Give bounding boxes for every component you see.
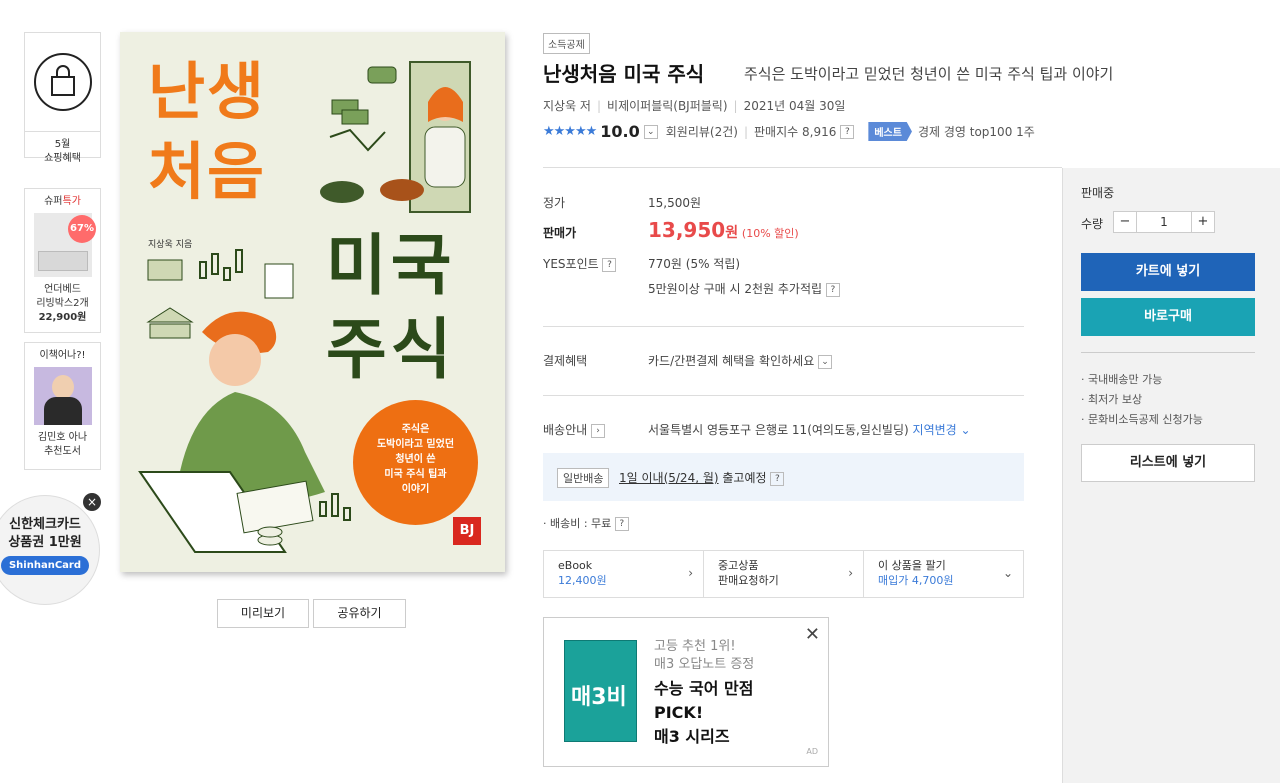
chevron-down-icon[interactable]: ⌄ xyxy=(818,354,833,369)
book-cover[interactable]: 난생 처음 지상욱 지음 미국 주식 주식은 도박이라고 믿었던 청년이 쓴 미… xyxy=(120,32,505,572)
quantity-stepper: − 1 + xyxy=(1113,211,1215,233)
super-sale-title: 슈퍼특가 xyxy=(44,196,81,207)
ad-mark: AD xyxy=(806,747,818,756)
ad-headline-1: 수능 국어 만점 xyxy=(654,679,754,698)
shipping-type: 일반배송 xyxy=(557,468,610,488)
sale-status: 판매중 xyxy=(1081,186,1115,200)
delivery-label-row: 배송안내 › xyxy=(543,421,605,438)
preview-button[interactable]: 미리보기 xyxy=(217,599,309,628)
discount-badge: 67% xyxy=(68,215,96,243)
quantity-label: 수량 xyxy=(1081,217,1104,231)
income-deduction-tag: 소득공제 xyxy=(543,33,590,54)
publisher-link[interactable]: 비제이퍼블릭(BJ퍼블릭) xyxy=(607,99,728,113)
help-icon[interactable]: ? xyxy=(840,124,855,139)
add-to-wishlist-button[interactable]: 리스트에 넣기 xyxy=(1081,444,1255,482)
product-name-2: 리빙박스2개 xyxy=(36,298,89,309)
review-count-link[interactable]: 회원리뷰(2건) xyxy=(666,123,738,140)
ebook-option[interactable]: eBook 12,400원 › xyxy=(544,551,704,597)
shinhan-line-1: 신한체크카드 xyxy=(9,517,81,532)
buy-now-button[interactable]: 바로구매 xyxy=(1081,298,1255,336)
help-icon[interactable]: ? xyxy=(825,282,840,297)
rating-row: ★★★★★ 10.0 ⌄ 회원리뷰(2건) | 판매지수 8,916 ? 베스트… xyxy=(543,122,1035,141)
used-option[interactable]: 중고상품 판매요청하기 › xyxy=(704,551,864,597)
discount-rate: (10% 할인) xyxy=(741,227,799,240)
sell-option[interactable]: 이 상품을 팔기 매입가 4,700원 ⌄ xyxy=(864,551,1023,597)
close-icon[interactable]: ✕ xyxy=(805,624,820,645)
close-icon[interactable]: × xyxy=(83,493,101,511)
shipping-fee-row: · 배송비 : 무료 ? xyxy=(543,515,629,531)
purchase-notes: · 국내배송만 가능 · 최저가 보상 · 문화비소득공제 신청가능 xyxy=(1081,370,1203,430)
rating-stars: ★★★★★ xyxy=(543,124,597,139)
chevron-down-icon: ⌄ xyxy=(956,423,971,437)
chevron-right-icon: › xyxy=(688,566,693,580)
add-to-cart-button[interactable]: 카트에 넣기 xyxy=(1081,253,1255,291)
note-item: · 최저가 보상 xyxy=(1081,393,1143,406)
cover-tagline-badge: 주식은 도박이라고 믿었던 청년이 쓴 미국 주식 팁과 이야기 xyxy=(353,400,478,525)
product-name-1: 언더베드 xyxy=(44,284,81,295)
delivery-address: 서울특별시 영등포구 은행로 11(여의도동,일신빌딩) 지역변경 ⌄ xyxy=(648,423,971,437)
chevron-down-icon[interactable]: ⌄ xyxy=(643,124,658,139)
alternative-options: eBook 12,400원 › 중고상품 판매요청하기 › 이 상품을 팔기 매… xyxy=(543,550,1024,598)
shinhan-line-2: 상품권 1만원 xyxy=(8,535,82,550)
note-item: · 문화비소득공제 신청가능 xyxy=(1081,413,1203,426)
quantity-plus-button[interactable]: + xyxy=(1192,212,1214,232)
recommender-photo xyxy=(33,367,92,425)
author-link[interactable]: 지상욱 저 xyxy=(543,99,591,113)
shipping-info-box: 일반배송 1일 이내(5/24, 월) 출고예정 ? xyxy=(543,453,1024,501)
ad-line-2: 매3 오답노트 증정 xyxy=(654,657,755,672)
points-value: 770원 (5% 적립) xyxy=(648,257,741,271)
help-icon[interactable]: ? xyxy=(614,517,629,531)
advertisement-banner[interactable]: 매3비 고등 추천 1위! 매3 오답노트 증정 수능 국어 만점 PICK! … xyxy=(543,617,829,767)
note-item: · 국내배송만 가능 xyxy=(1081,373,1163,386)
help-icon[interactable]: ? xyxy=(602,257,617,272)
shopping-bag-icon xyxy=(33,53,92,111)
ad-line-1: 고등 추천 1위! xyxy=(654,639,736,654)
payment-benefit[interactable]: 카드/간편결제 혜택을 확인하세요 ⌄ xyxy=(648,352,833,369)
quantity-input[interactable]: 1 xyxy=(1136,212,1192,232)
publish-date: 2021년 04월 30일 xyxy=(743,99,846,113)
share-button[interactable]: 공유하기 xyxy=(313,599,406,628)
chevron-down-icon: ⌄ xyxy=(1002,566,1013,580)
list-price: 15,500원 xyxy=(648,196,702,210)
points-extra: 5만원이상 구매 시 2천원 추가적립 ? xyxy=(648,280,840,297)
product-meta: 지상욱 저 | 비제이퍼블릭(BJ퍼블릭) | 2021년 04월 30일 xyxy=(543,99,846,113)
recommend-box[interactable]: 이책어나?! 김민호 아나 추천도서 xyxy=(24,342,101,470)
benefit-month: 5월 xyxy=(54,139,71,150)
chevron-right-icon[interactable]: › xyxy=(591,423,605,438)
recommend-title: 이책어나?! xyxy=(39,350,86,361)
payment-label: 결제혜택 xyxy=(543,354,588,368)
rating-score: 10.0 xyxy=(600,122,640,141)
shinhan-card-promo[interactable]: 신한체크카드 상품권 1만원 ShinhanCard xyxy=(0,495,100,605)
shipping-eta-row: 1일 이내(5/24, 월) 출고예정 ? xyxy=(619,469,785,486)
product-price: 22,900원 xyxy=(38,312,87,323)
benefit-label: 쇼핑혜택 xyxy=(44,153,81,164)
list-price-label: 정가 xyxy=(543,196,566,210)
quantity-minus-button[interactable]: − xyxy=(1114,212,1136,232)
shopping-benefit-box[interactable]: 5월 쇼핑혜택 xyxy=(24,32,101,164)
purchase-panel: 판매중 수량 − 1 + 카트에 넣기 바로구매 · 국내배송만 가능 · 최저… xyxy=(1062,168,1280,783)
points-label-row: YES포인트 ? xyxy=(543,255,617,272)
bestseller-rank[interactable]: 경제 경영 top100 1주 xyxy=(918,123,1035,140)
bestseller-badge: 베스트 xyxy=(868,122,912,141)
shipping-eta: 1일 이내(5/24, 월) xyxy=(619,471,719,485)
product-title: 난생처음 미국 주식 xyxy=(543,62,705,86)
recommend-line-1: 김민호 아나 xyxy=(37,432,88,443)
publisher-logo: BJ xyxy=(453,517,481,545)
change-region-link[interactable]: 지역변경 xyxy=(913,423,957,437)
shinhan-card-logo: ShinhanCard xyxy=(0,556,90,575)
recommend-line-2: 추천도서 xyxy=(44,446,81,457)
chevron-right-icon: › xyxy=(848,566,853,580)
super-sale-box[interactable]: 슈퍼특가 67% 언더베드 리빙박스2개 22,900원 xyxy=(24,188,101,333)
ad-book-image: 매3비 xyxy=(564,640,637,742)
sale-price: 13,950원 (10% 할인) xyxy=(648,218,799,242)
ad-headline-2: PICK! xyxy=(654,703,704,722)
sales-index: 판매지수 8,916 xyxy=(754,125,837,139)
product-subtitle: 주식은 도박이라고 믿었던 청년이 쓴 미국 주식 팁과 이야기 xyxy=(744,65,1114,83)
sale-price-label: 판매가 xyxy=(543,226,577,240)
help-icon[interactable]: ? xyxy=(770,471,785,486)
ad-headline-3: 매3 시리즈 xyxy=(654,727,730,746)
